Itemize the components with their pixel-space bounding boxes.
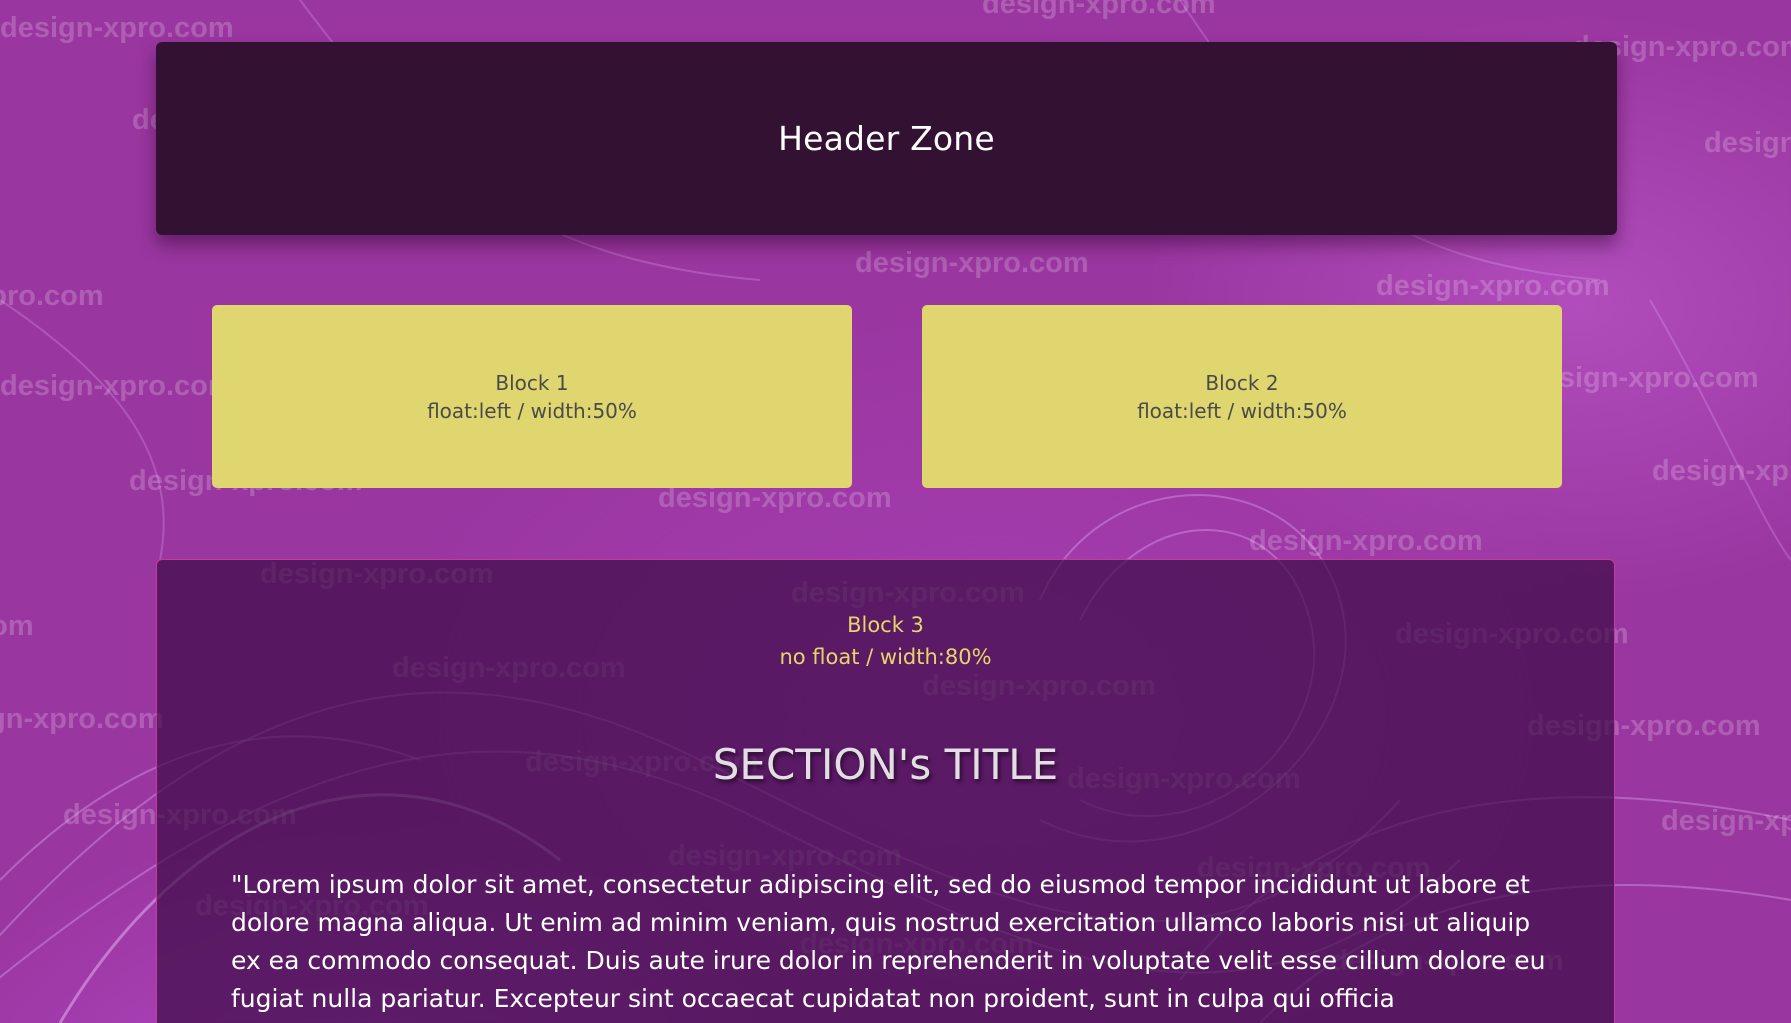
block-1: Block 1 float:left / width:50% — [212, 305, 852, 488]
block-2-title: Block 2 — [1205, 370, 1279, 395]
block-1-title: Block 1 — [495, 370, 569, 395]
watermark: design-xpro.com — [982, 0, 1216, 20]
watermark: design-xpro.com — [1249, 525, 1483, 557]
section-title: SECTION's TITLE — [712, 740, 1059, 789]
watermark: design-xpro.com — [0, 610, 34, 642]
watermark: design-xpro.com — [1661, 805, 1791, 837]
watermark: design-xpro.com — [0, 12, 234, 44]
block-3-title: Block 3 — [847, 613, 924, 637]
block-3: Block 3 no float / width:80% SECTION's T… — [156, 559, 1615, 1023]
watermark: design-xpro.com — [855, 247, 1089, 279]
block-3-subtitle: no float / width:80% — [779, 645, 992, 669]
watermark: design-xpro.com — [1704, 127, 1791, 159]
block-2-subtitle: float:left / width:50% — [1137, 398, 1347, 423]
watermark: design-xpro.com — [0, 703, 164, 735]
watermark: design-xpro.com — [1652, 455, 1791, 487]
block-2: Block 2 float:left / width:50% — [922, 305, 1562, 488]
header-zone: Header Zone — [156, 42, 1617, 235]
watermark: design-xpro.com — [1376, 270, 1610, 302]
lorem-paragraph: "Lorem ipsum dolor sit amet, consectetur… — [231, 870, 1546, 1013]
watermark: design-xpro.com — [0, 280, 104, 312]
block-1-subtitle: float:left / width:50% — [427, 398, 637, 423]
watermark: design-xpro.com — [0, 370, 234, 402]
header-title: Header Zone — [778, 119, 995, 158]
